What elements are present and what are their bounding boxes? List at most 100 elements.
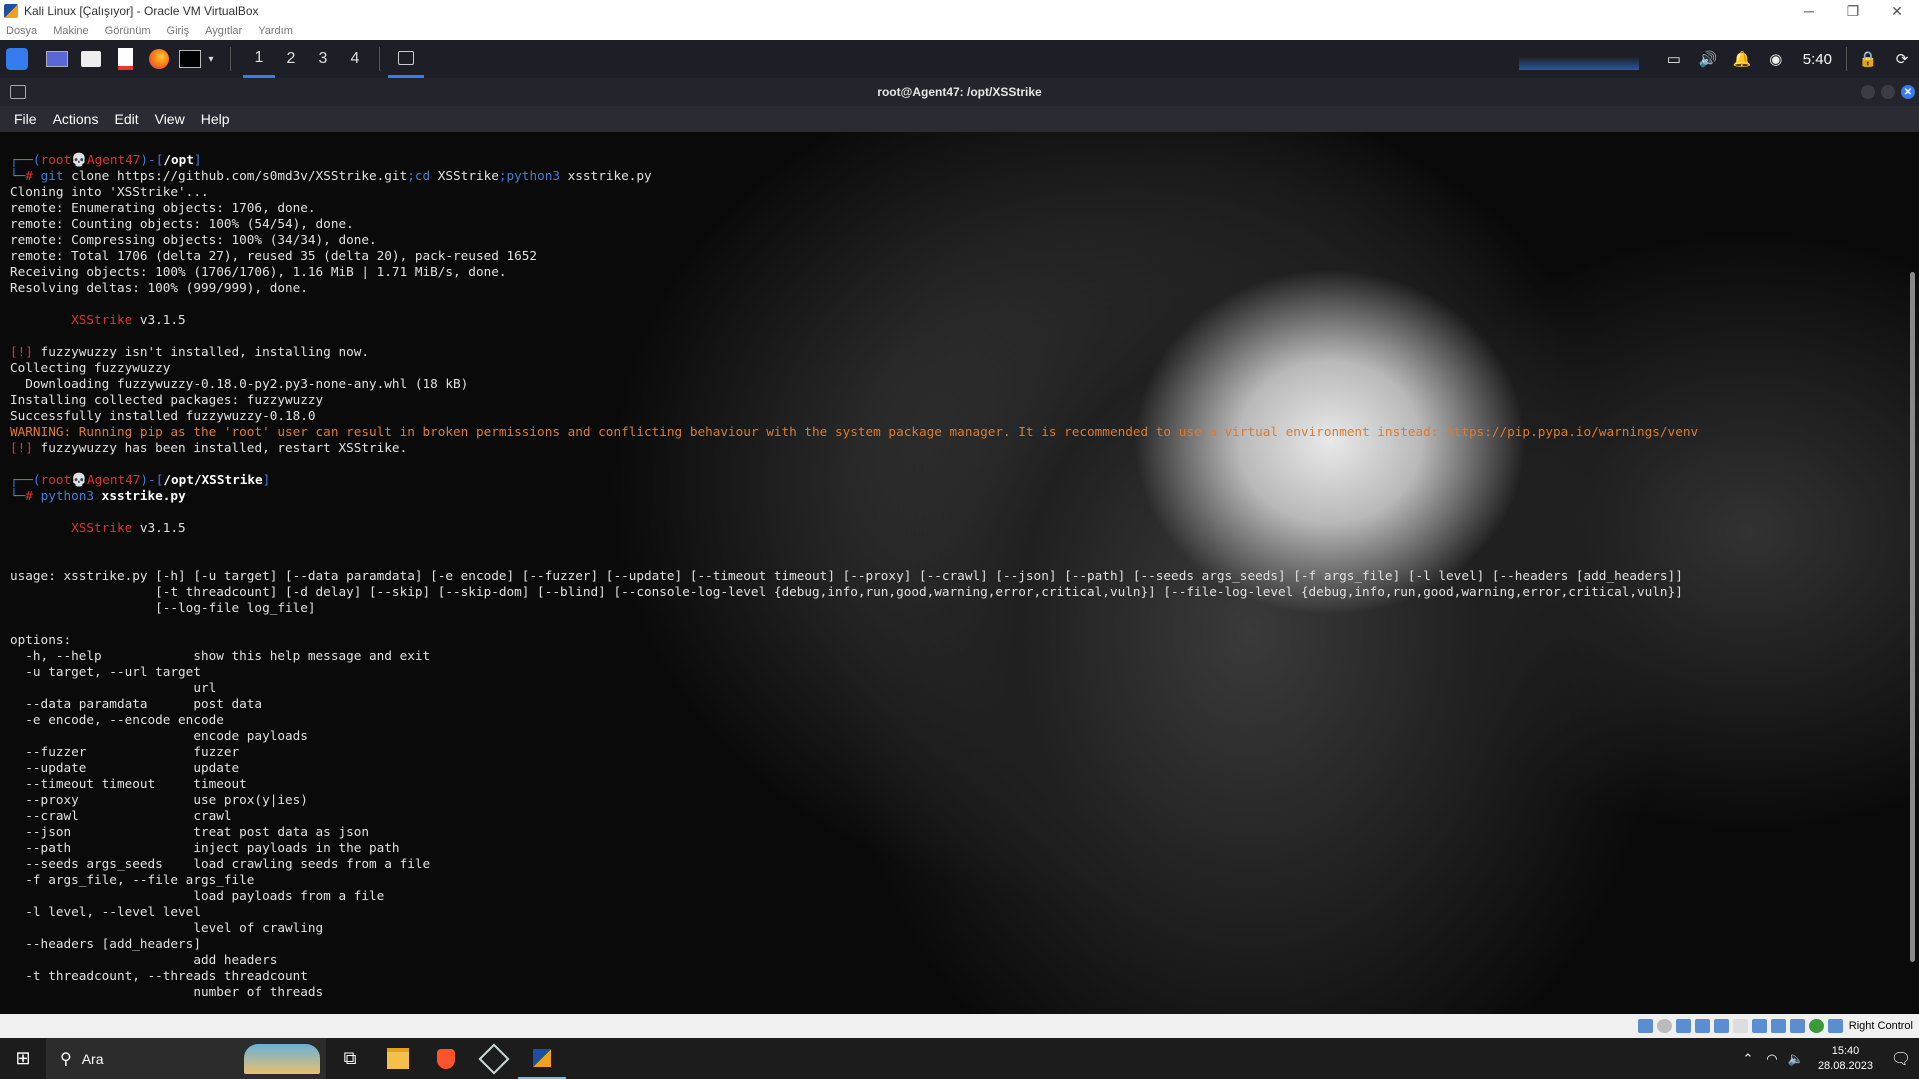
terminal-window-icon <box>10 85 26 99</box>
desktop-icon[interactable] <box>40 43 74 75</box>
terminal-title: root@Agent47: /opt/XSStrike <box>877 85 1042 99</box>
vbox-statusbar: Right Control <box>0 1014 1919 1038</box>
panel-divider <box>230 47 231 71</box>
banner-name: XSStrike <box>71 312 133 327</box>
guest-additions-icon[interactable] <box>1808 1019 1824 1033</box>
audio-icon[interactable] <box>1675 1019 1691 1033</box>
hdd-icon[interactable] <box>1637 1019 1653 1033</box>
speaker-icon[interactable]: 🔈 <box>1784 1051 1808 1067</box>
close-button[interactable]: ✕ <box>1875 0 1919 22</box>
windows-start-icon[interactable]: ⊞ <box>0 1038 46 1079</box>
restart-message: fuzzywuzzy has been installed, restart X… <box>32 440 408 455</box>
chevron-up-icon[interactable]: ⌃ <box>1736 1051 1760 1067</box>
file-manager-icon[interactable] <box>74 43 108 75</box>
cpu-icon[interactable] <box>1789 1019 1805 1033</box>
workspace-2[interactable]: 2 <box>275 40 307 78</box>
menu-help[interactable]: Help <box>201 111 230 127</box>
terminal-body[interactable]: ┌──(root💀Agent47)-[/opt] └─# git clone h… <box>0 132 1919 1014</box>
text-editor-icon[interactable] <box>108 43 142 75</box>
terminal-menubar: File Actions Edit View Help <box>0 106 1919 132</box>
virtualbox-manager-icon[interactable] <box>470 1038 518 1079</box>
terminal-output: ┌──(root💀Agent47)-[/opt] └─# git clone h… <box>10 152 1699 999</box>
menu-edit[interactable]: Edit <box>114 111 138 127</box>
terminal-maximize-button[interactable] <box>1881 85 1895 99</box>
virtualbox-vm-taskbar-icon[interactable] <box>518 1038 566 1079</box>
search-icon: ⚲ <box>60 1050 72 1068</box>
taskbar-date: 28.08.2023 <box>1817 1059 1873 1072</box>
banner-version: v3.1.5 <box>132 312 186 327</box>
display-icon[interactable]: ▭ <box>1657 40 1691 78</box>
mouse-integration-icon[interactable] <box>1827 1019 1843 1033</box>
logout-icon[interactable]: ⟳ <box>1885 40 1919 78</box>
volume-icon[interactable]: 🔊 <box>1691 40 1725 78</box>
panel-divider <box>1846 47 1847 71</box>
shared-folders-icon[interactable] <box>1732 1019 1748 1033</box>
menu-giris[interactable]: Giriş <box>167 25 190 37</box>
menu-aygitlar[interactable]: Aygıtlar <box>205 25 242 37</box>
usb-icon[interactable] <box>1713 1019 1729 1033</box>
system-tray: ⌃ ◠ 🔈 15:40 28.08.2023 🗨 <box>1736 1038 1919 1079</box>
skull-icon: 💀 <box>71 152 87 167</box>
notification-bell-icon[interactable]: 🔔 <box>1725 40 1759 78</box>
menu-view[interactable]: View <box>155 111 185 127</box>
usage-text: usage: xsstrike.py [-h] [-u target] [--d… <box>10 568 1683 615</box>
panel-tray: ▭ 🔊 🔔 ◉ 5:40 🔒 ⟳ <box>1518 40 1919 78</box>
kali-menu-icon[interactable] <box>0 43 34 75</box>
pip-install-output: Collecting fuzzywuzzy Downloading fuzzyw… <box>10 360 469 423</box>
terminal-launcher-icon[interactable] <box>176 43 204 75</box>
cpu-graph <box>1518 48 1639 70</box>
prompt-host: Agent47 <box>86 152 141 167</box>
restore-button[interactable]: ❐ <box>1831 0 1875 22</box>
task-view-icon[interactable]: ⧉ <box>326 1038 374 1079</box>
file-explorer-icon[interactable] <box>374 1038 422 1079</box>
terminal-close-button[interactable]: ✕ <box>1901 85 1915 99</box>
host-titlebar: Kali Linux [Çalışıyor] - Oracle VM Virtu… <box>0 0 1919 22</box>
menu-file[interactable]: File <box>14 111 37 127</box>
chevron-down-icon[interactable]: ▾ <box>204 43 218 75</box>
skull-icon: 💀 <box>71 472 87 487</box>
optical-drive-icon[interactable] <box>1656 1019 1672 1033</box>
minimize-button[interactable]: ─ <box>1787 0 1831 22</box>
taskbar-search[interactable]: ⚲ Ara <box>46 1038 326 1079</box>
kali-panel: ▾ 1 2 3 4 ▭ 🔊 🔔 ◉ 5:40 🔒 ⟳ <box>0 40 1919 78</box>
menu-yardim[interactable]: Yardım <box>258 25 293 37</box>
terminal-task-button[interactable] <box>388 40 424 78</box>
terminal-minimize-button[interactable] <box>1861 85 1875 99</box>
options-text: options: -h, --help show this help messa… <box>10 632 431 999</box>
menu-gorunum[interactable]: Görünüm <box>105 25 151 37</box>
search-highlight-image <box>244 1044 320 1074</box>
menu-makine[interactable]: Makine <box>53 25 88 37</box>
menu-dosya[interactable]: Dosya <box>6 25 37 37</box>
virtualbox-icon <box>4 4 18 18</box>
warning-message: fuzzywuzzy isn't installed, installing n… <box>32 344 370 359</box>
panel-divider <box>379 47 380 71</box>
host-key-label: Right Control <box>1848 1020 1913 1032</box>
wifi-icon[interactable]: ◠ <box>1760 1051 1784 1067</box>
taskbar-time: 15:40 <box>1831 1044 1860 1057</box>
display-settings-icon[interactable] <box>1751 1019 1767 1033</box>
prompt-path: /opt <box>163 152 194 167</box>
power-manager-icon[interactable]: ◉ <box>1759 40 1793 78</box>
menu-actions[interactable]: Actions <box>53 111 99 127</box>
host-menubar: Dosya Makine Görünüm Giriş Aygıtlar Yard… <box>0 22 1919 40</box>
prompt-path: /opt/XSStrike <box>163 472 263 487</box>
terminal-scrollbar[interactable] <box>1910 272 1915 962</box>
panel-clock[interactable]: 5:40 <box>1803 51 1832 68</box>
search-placeholder: Ara <box>81 1050 104 1067</box>
workspace-1[interactable]: 1 <box>243 40 275 78</box>
command-line: clone https://github.com/s0md3v/XSStrike… <box>63 168 408 183</box>
taskbar-datetime[interactable]: 15:40 28.08.2023 <box>1818 1044 1873 1074</box>
git-clone-output: Cloning into 'XSStrike'... remote: Enume… <box>10 184 538 295</box>
pip-warning: WARNING: Running pip as the 'root' user … <box>10 424 1699 439</box>
firefox-icon[interactable] <box>142 43 176 75</box>
action-center-icon[interactable]: 🗨 <box>1883 1049 1919 1069</box>
window-title: Kali Linux [Çalışıyor] - Oracle VM Virtu… <box>24 4 259 18</box>
workspace-4[interactable]: 4 <box>339 40 371 78</box>
video-capture-icon[interactable] <box>1770 1019 1786 1033</box>
lock-icon[interactable]: 🔒 <box>1851 40 1885 78</box>
terminal-titlebar: root@Agent47: /opt/XSStrike ✕ <box>0 78 1919 106</box>
workspace-3[interactable]: 3 <box>307 40 339 78</box>
network-icon[interactable] <box>1694 1019 1710 1033</box>
windows-taskbar: ⊞ ⚲ Ara ⧉ ⌃ ◠ 🔈 15:40 28.08.2023 🗨 <box>0 1038 1919 1079</box>
brave-browser-icon[interactable] <box>422 1038 470 1079</box>
